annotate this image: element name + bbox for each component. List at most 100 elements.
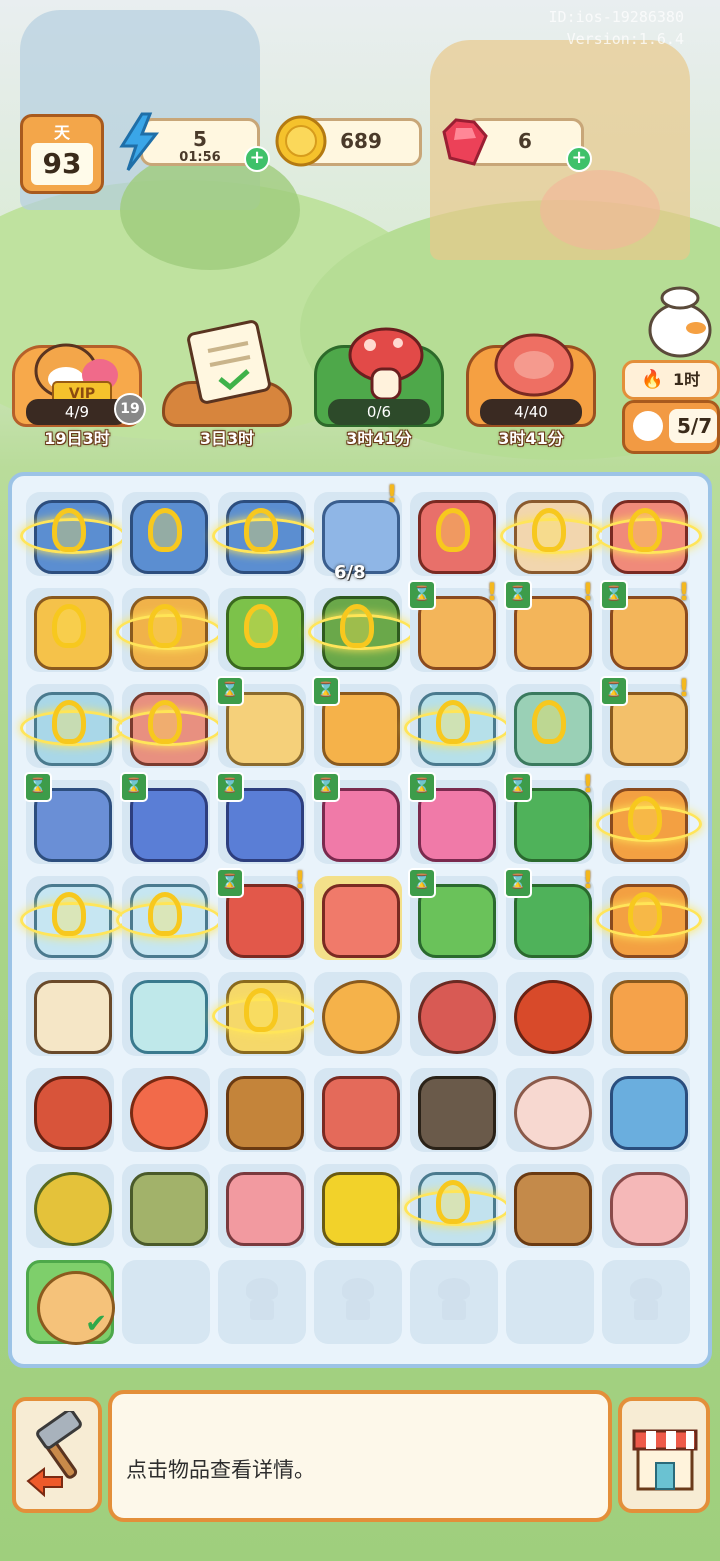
- board-cell[interactable]: [20, 492, 126, 576]
- board-cell-empty[interactable]: [122, 1260, 210, 1344]
- board-cell[interactable]: ⌛!: [504, 578, 594, 672]
- board-cell[interactable]: [20, 876, 126, 960]
- board-cell[interactable]: [602, 972, 690, 1056]
- board-cell-selected[interactable]: ✔: [26, 1260, 115, 1345]
- bacon-icon: [322, 1076, 400, 1150]
- board-cell[interactable]: ⌛!: [504, 770, 594, 864]
- board-cell[interactable]: ⌛: [216, 772, 306, 864]
- shop-button[interactable]: [618, 1397, 710, 1513]
- board-cell[interactable]: [506, 1164, 594, 1248]
- lock-icon: [436, 1180, 470, 1224]
- board-cell[interactable]: ⌛!: [504, 866, 594, 960]
- lock-icon: [628, 508, 662, 552]
- board-cell[interactable]: [122, 1068, 210, 1152]
- lock-icon: [244, 604, 278, 648]
- board-cell[interactable]: [404, 1164, 510, 1248]
- add-gem-button[interactable]: +: [566, 146, 592, 172]
- hourglass-icon: ⌛: [120, 772, 148, 802]
- board-cell[interactable]: ! 6/8: [314, 480, 402, 583]
- board-cell[interactable]: ⌛: [216, 676, 306, 768]
- board-cell[interactable]: [116, 876, 222, 960]
- version-text: Version:1.6.4: [566, 30, 684, 48]
- board-cell[interactable]: [218, 588, 306, 672]
- board-cell[interactable]: [314, 876, 402, 960]
- board-cell[interactable]: [26, 1068, 114, 1152]
- board-cell[interactable]: [596, 876, 702, 960]
- coffee-cup-icon: [34, 980, 112, 1054]
- board-cell[interactable]: [500, 492, 606, 576]
- event-mushroom[interactable]: 0/6 3时41分: [314, 325, 444, 448]
- board-cell[interactable]: [212, 972, 318, 1056]
- info-panel: 点击物品查看详情。: [108, 1390, 612, 1522]
- board-cell[interactable]: [404, 684, 510, 768]
- sell-hammer-button[interactable]: [12, 1397, 102, 1513]
- board-cell[interactable]: ⌛: [312, 772, 402, 864]
- board-cell[interactable]: [26, 588, 114, 672]
- board-cell[interactable]: [602, 1068, 690, 1152]
- board-cell[interactable]: [26, 1164, 114, 1248]
- green-fish-icon: [130, 1172, 208, 1246]
- board-cell[interactable]: ⌛: [120, 772, 210, 864]
- board-cell[interactable]: [314, 972, 402, 1056]
- board-cell[interactable]: [122, 492, 210, 576]
- board-cell[interactable]: ⌛!: [600, 674, 690, 768]
- board-cell[interactable]: ⌛!: [600, 578, 690, 672]
- chef-counter[interactable]: 5/7: [622, 400, 720, 454]
- board-cell[interactable]: [410, 972, 498, 1056]
- board-cell-empty[interactable]: [506, 1260, 594, 1344]
- board-cell[interactable]: [602, 1164, 690, 1248]
- player-id: ID:ios-19286380: [548, 8, 684, 26]
- flame-icon: 🔥: [641, 369, 664, 390]
- hourglass-icon: ⌛: [216, 868, 244, 898]
- board-cell[interactable]: [218, 1164, 306, 1248]
- event-vip-pass[interactable]: VIP 4/9 19 19日3时: [12, 325, 146, 448]
- board-cell[interactable]: [122, 972, 210, 1056]
- board-cell[interactable]: [506, 684, 594, 768]
- event-ham[interactable]: 4/40 3时41分: [466, 325, 596, 448]
- eel-icon: [418, 1076, 496, 1150]
- lock-icon: [52, 508, 86, 552]
- lock-icon: [436, 700, 470, 744]
- board-cell[interactable]: [116, 684, 222, 768]
- board-cell[interactable]: ⌛: [24, 772, 114, 864]
- board-cell[interactable]: [314, 1068, 402, 1152]
- board-cell[interactable]: [314, 1164, 402, 1248]
- mushroom-icon: [348, 327, 424, 401]
- board-cell[interactable]: [506, 1068, 594, 1152]
- board-cell[interactable]: [26, 972, 114, 1056]
- board-cell[interactable]: [596, 780, 702, 864]
- board-cell[interactable]: [212, 492, 318, 576]
- board-cell[interactable]: [506, 972, 594, 1056]
- lock-icon: [148, 700, 182, 744]
- board-cell[interactable]: [596, 492, 702, 576]
- board-cell[interactable]: ⌛: [312, 676, 402, 768]
- mango-icon: [34, 1172, 112, 1246]
- board-cell[interactable]: [116, 588, 222, 672]
- lock-icon: [52, 892, 86, 936]
- board-cell-empty[interactable]: [410, 1260, 498, 1344]
- add-energy-button[interactable]: +: [244, 146, 270, 172]
- board-cell[interactable]: ⌛: [408, 772, 498, 864]
- board-cell[interactable]: ⌛: [408, 868, 498, 960]
- board-cell-empty[interactable]: [218, 1260, 306, 1344]
- board-cell[interactable]: [20, 684, 126, 768]
- board-cell-empty[interactable]: [602, 1260, 690, 1344]
- chef-hat-icon: [338, 1278, 378, 1324]
- event-timer: 19日3时: [44, 429, 110, 448]
- alert-icon: !: [294, 866, 306, 894]
- board-cell[interactable]: [308, 588, 414, 672]
- board-cell-empty[interactable]: [314, 1260, 402, 1344]
- board-cell[interactable]: [410, 492, 498, 576]
- event-order-book[interactable]: 3日3时: [162, 320, 292, 448]
- hourglass-icon: ⌛: [312, 676, 340, 706]
- hourglass-icon: ⌛: [216, 772, 244, 802]
- shop-icon: [632, 1429, 698, 1491]
- hourglass-icon: ⌛: [216, 676, 244, 706]
- board-cell[interactable]: [218, 1068, 306, 1152]
- board-cell[interactable]: ⌛!: [216, 866, 306, 960]
- info-message: 点击物品查看详情。: [126, 1458, 315, 1482]
- bell-pepper-icon: [322, 1172, 400, 1246]
- board-cell[interactable]: ⌛!: [408, 578, 498, 672]
- board-cell[interactable]: [410, 1068, 498, 1152]
- board-cell[interactable]: [122, 1164, 210, 1248]
